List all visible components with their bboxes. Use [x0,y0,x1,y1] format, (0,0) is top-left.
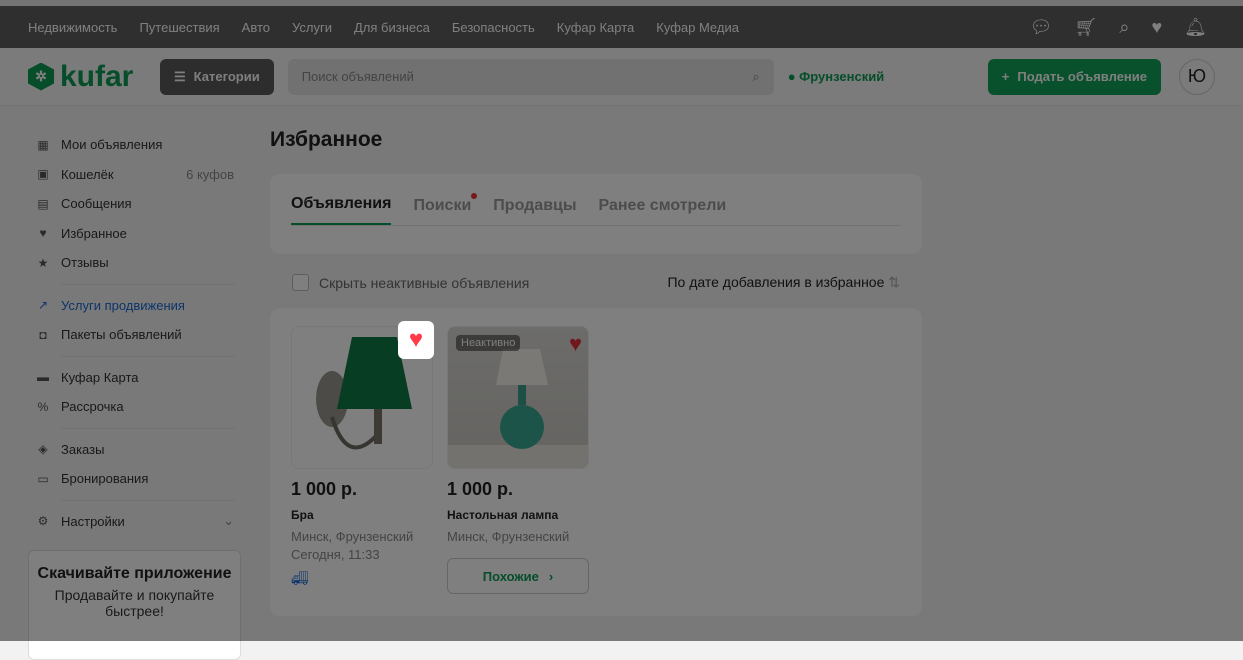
favorite-heart-button[interactable]: ♥ [398,321,434,359]
heart-icon: ♥ [408,326,424,353]
dim-overlay [0,0,1243,641]
